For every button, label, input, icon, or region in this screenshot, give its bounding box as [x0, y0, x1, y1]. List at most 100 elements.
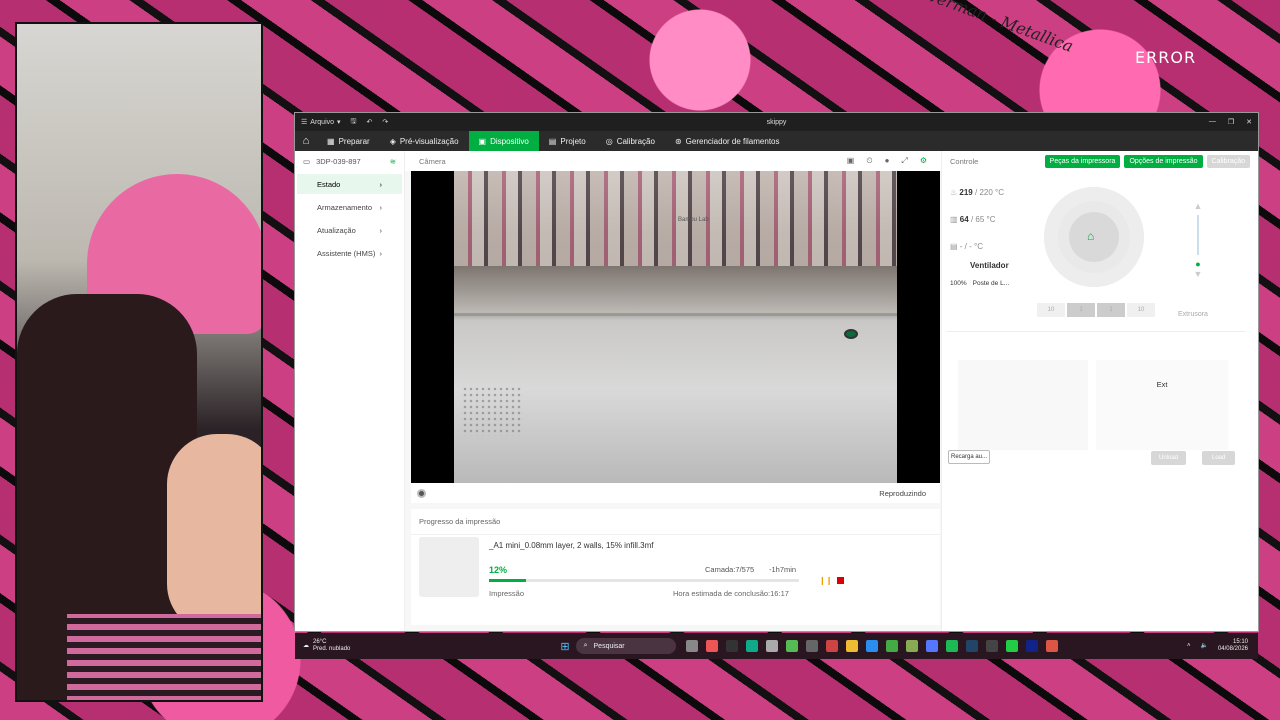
app-icon[interactable]	[705, 640, 718, 652]
auto-refill-button[interactable]: Recarga au...	[948, 450, 991, 464]
axis-jog-control[interactable]: ⌂	[1044, 187, 1144, 287]
calibration-button[interactable]: Calibração	[1206, 154, 1250, 168]
z-down-1-button[interactable]: 1	[1097, 303, 1125, 317]
unload-button[interactable]: Unload	[1151, 451, 1187, 465]
sidebar-item-atualizacao[interactable]: Atualização ›	[297, 220, 402, 240]
z-down-10-button[interactable]: 10	[1127, 303, 1155, 317]
play-stop-button[interactable]	[417, 488, 426, 498]
tab-calibracao[interactable]: ◎ Calibração	[596, 131, 665, 151]
nozzle-icon: ♨	[950, 188, 958, 197]
tab-projeto[interactable]: ▤ Projeto	[539, 131, 596, 151]
tab-label: Preparar	[338, 136, 370, 146]
camera-feed[interactable]: Bambu Lab	[411, 171, 940, 483]
extrude-up-icon[interactable]: ▲	[1188, 201, 1208, 211]
stop-icon[interactable]	[837, 577, 844, 584]
clock-time[interactable]: 15:10	[1218, 639, 1248, 646]
device-selector[interactable]: ▭ 3DP-039-897 ≋	[295, 151, 404, 172]
sidebar-item-armazenamento[interactable]: Armazenamento ›	[297, 197, 402, 217]
home-icon[interactable]: ⌂	[295, 135, 317, 147]
camera-title: Câmera	[419, 156, 446, 166]
load-button[interactable]: Load	[1202, 451, 1236, 465]
z-up-10-button[interactable]: 10	[1037, 303, 1065, 317]
chamber-icon: ▤	[950, 242, 958, 251]
redo-icon[interactable]: ↷	[382, 118, 388, 126]
lamp-post-label[interactable]: Poste de L...	[973, 280, 1010, 287]
tab-pre-visualizacao[interactable]: ◈ Pré-visualização	[380, 131, 469, 151]
close-button[interactable]: ✕	[1246, 118, 1252, 126]
sidebar-item-label: Atualização	[317, 225, 356, 235]
sidebar-item-label: Estado	[317, 179, 341, 189]
title-bar: ☰ Arquivo ▾ 🖫 ↶ ↷ skippy — ❐ ✕	[295, 113, 1258, 131]
sidebar-item-assistente[interactable]: Assistente (HMS) ›	[297, 243, 402, 263]
app-icon[interactable]	[785, 640, 798, 652]
app-icon[interactable]	[945, 640, 958, 652]
app-icon[interactable]	[805, 640, 818, 652]
bed-temp: 64	[959, 215, 969, 224]
app-icon[interactable]	[685, 640, 698, 652]
save-icon[interactable]: 🖫	[351, 117, 357, 128]
speaker-icon[interactable]: 🔈	[1200, 643, 1207, 650]
z-up-1-button[interactable]: 1	[1067, 303, 1095, 317]
file-menu[interactable]: ☰ Arquivo ▾	[301, 118, 341, 127]
fan-speed[interactable]: 100%	[950, 280, 967, 287]
app-icon[interactable]	[725, 640, 738, 652]
fan-title: Ventilador	[970, 261, 1009, 270]
app-icon[interactable]	[745, 640, 758, 652]
progress-bar-fill	[489, 579, 527, 582]
scene-printer-top	[454, 266, 897, 316]
weather-widget[interactable]: ☁ 26°C Pred. nublado	[295, 639, 350, 653]
weather-temp: 26°C	[313, 639, 327, 645]
timelapse-icon[interactable]: ⏲	[866, 156, 872, 166]
bed-target: / 65 °C	[970, 215, 996, 224]
app-icon[interactable]	[905, 640, 918, 652]
app-icon[interactable]	[925, 640, 938, 652]
webcam-overlay	[15, 22, 263, 702]
app-icon[interactable]	[1005, 640, 1018, 652]
app-icon[interactable]	[765, 640, 778, 652]
tab-dispositivo[interactable]: ▣ Dispositivo	[468, 131, 539, 151]
app-icon[interactable]	[1025, 640, 1038, 652]
app-icon[interactable]	[865, 640, 878, 652]
print-progress-panel: Progresso da impressão _A1 mini_0.08mm l…	[411, 509, 940, 625]
print-remaining: -1h7min	[769, 565, 797, 574]
app-icon[interactable]	[965, 640, 978, 652]
app-icon[interactable]	[985, 640, 998, 652]
app-icon[interactable]	[1045, 640, 1058, 652]
external-spool[interactable]: Ext	[1096, 360, 1228, 450]
app-icon[interactable]	[825, 640, 838, 652]
cube-icon: ◈	[389, 136, 396, 146]
maximize-button[interactable]: ❐	[1228, 118, 1234, 126]
clock-date[interactable]: 04/08/2026	[1218, 646, 1248, 653]
undo-icon[interactable]: ↶	[367, 118, 373, 126]
print-percent: 12%	[489, 565, 508, 575]
record-icon[interactable]: ▣	[847, 156, 855, 166]
extruder-control[interactable]: ▲ ● ▼	[1188, 201, 1208, 279]
bambu-studio-window: ☰ Arquivo ▾ 🖫 ↶ ↷ skippy — ❐ ✕ ⌂ ▦ Prepara…	[295, 113, 1258, 631]
search-input[interactable]: ⌕ Pesquisar	[575, 638, 676, 654]
menu-icon: ☰	[301, 119, 308, 126]
chevron-right-icon: ›	[379, 179, 383, 189]
light-icon[interactable]: ●	[885, 156, 890, 166]
app-icon[interactable]	[845, 640, 858, 652]
chevron-up-icon[interactable]: ˄	[1187, 643, 1191, 650]
nozzle-temp-row[interactable]: ♨ 219 / 220 °C	[950, 179, 1004, 206]
home-axis-icon[interactable]: ⌂	[1087, 229, 1094, 243]
fullscreen-icon[interactable]: ⤢	[901, 156, 907, 166]
print-options-button[interactable]: Opções de impressão	[1124, 154, 1203, 168]
sidebar-item-estado[interactable]: Estado ›	[297, 174, 402, 194]
printer-parts-button[interactable]: Peças da impressora	[1044, 154, 1121, 168]
print-thumbnail	[419, 537, 479, 597]
app-icon[interactable]	[885, 640, 898, 652]
minimize-button[interactable]: —	[1209, 118, 1216, 126]
ams-slots[interactable]	[958, 360, 1088, 450]
tab-gerenciador-filamentos[interactable]: ⊛ Gerenciador de filamentos	[665, 131, 790, 151]
settings-icon[interactable]: ⚙	[920, 156, 927, 166]
nozzle-target: / 220 °C	[975, 188, 1004, 197]
pause-icon[interactable]: ❙❙	[819, 576, 832, 585]
fan-section: Ventilador 100% Poste de L...	[950, 261, 1020, 287]
chamber-temp: - / -	[959, 242, 972, 251]
tab-preparar[interactable]: ▦ Preparar	[317, 131, 380, 151]
start-icon[interactable]: ⊞	[560, 640, 569, 653]
bed-temp-row[interactable]: ▥ 64 / 65 °C	[950, 206, 1004, 233]
extrude-down-icon[interactable]: ▼	[1188, 269, 1208, 279]
